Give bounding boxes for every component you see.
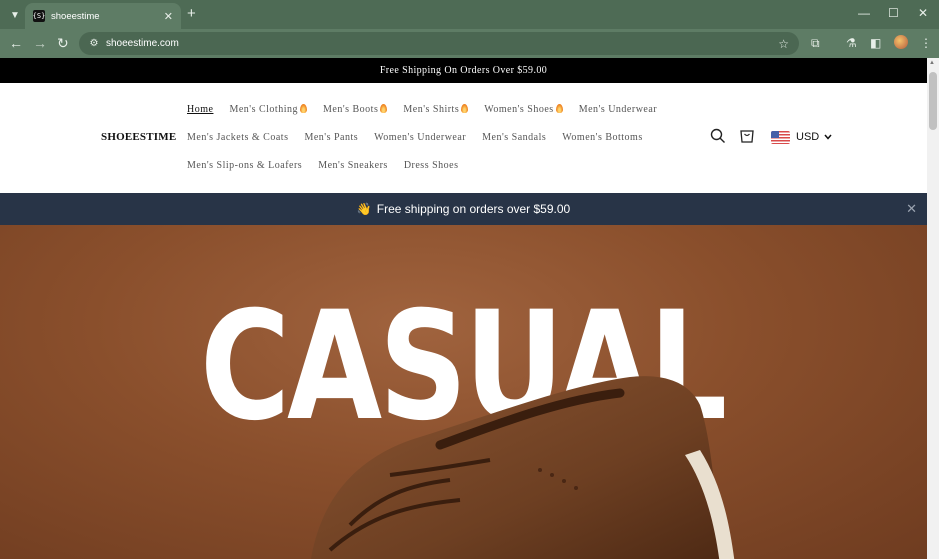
nav-row: Men's Jackets & Coats Men's Pants Women's … (187, 132, 643, 143)
chevron-down-icon: ▼ (10, 9, 20, 21)
nav-link[interactable]: Women's Shoes (484, 104, 563, 115)
site-logo[interactable]: SHOEESTIME (101, 131, 176, 143)
nav-link-label: Men's Jackets & Coats (187, 132, 289, 143)
nav-link-label: Men's Sneakers (318, 160, 388, 171)
nav-link[interactable]: Men's Shirts (403, 104, 469, 115)
reload-button[interactable]: ↻ (57, 35, 69, 51)
browser-tab[interactable]: {S} shoeestime ✕ (25, 3, 181, 29)
nav-link-label: Women's Underwear (374, 132, 467, 143)
sidepanel-icon[interactable]: ◧ (870, 36, 881, 50)
tab-search-button[interactable]: ▼ (6, 6, 24, 24)
currency-label: USD (796, 131, 820, 143)
close-icon: ✕ (918, 6, 929, 20)
window-close-button[interactable]: ✕ (918, 6, 928, 20)
fire-icon (380, 104, 388, 113)
site-info-icon[interactable]: ⚙ (87, 37, 101, 51)
shoe-image (311, 376, 735, 559)
nav-link-label: Men's Sandals (482, 132, 547, 143)
nav-link-label: Men's Pants (304, 132, 359, 143)
currency-selector[interactable]: USD (796, 131, 832, 143)
nav-link[interactable]: Men's Jackets & Coats (187, 132, 288, 143)
nav-link[interactable]: Dress Shoes (404, 160, 459, 171)
nav-link[interactable]: Men's Pants (304, 132, 358, 143)
nav-link[interactable]: Men's Underwear (579, 104, 657, 115)
url-text[interactable]: shoeestime.com (106, 38, 778, 49)
nav-link-label: Women's Bottoms (562, 132, 643, 143)
maximize-icon: ☐ (888, 6, 899, 20)
new-tab-button[interactable]: + (187, 6, 196, 22)
nav-link[interactable]: Men's Sneakers (318, 160, 388, 171)
hero-banner[interactable]: CASUAL (0, 225, 927, 559)
flask-icon[interactable]: ⚗ (846, 36, 857, 50)
kebab-menu-icon[interactable]: ⋮ (920, 36, 932, 50)
announcement-bar: Free Shipping On Orders Over $59.00 (0, 58, 927, 83)
minimize-button[interactable]: — (858, 6, 870, 20)
fire-icon (299, 104, 307, 113)
nav-link-label: Men's Boots (322, 104, 379, 115)
nav-row: Home Men's Clothing Men's Boots Men's Shirt… (187, 104, 657, 115)
forward-button[interactable]: → (33, 35, 47, 51)
back-button[interactable]: ← (9, 35, 23, 51)
chevron-down-icon (824, 134, 832, 140)
puzzle-icon[interactable]: ⧉ (811, 36, 820, 50)
nav-link-label: Men's Shirts (403, 104, 460, 115)
wave-emoji-icon: 👋 (356, 202, 372, 216)
nav-link[interactable]: Women's Underwear (374, 132, 466, 143)
nav-link-label: Men's Slip-ons & Loafers (187, 160, 303, 171)
page-scrollbar[interactable] (927, 58, 939, 559)
promo-text: Free shipping on orders over $59.00 (376, 202, 571, 216)
close-icon[interactable]: ✕ (906, 201, 917, 217)
browser-toolbar: ← → ↻ ⚙ shoeestime.com ☆ ⧉ ⚗ ◧ ⋮ (0, 29, 939, 58)
scrollbar-thumb[interactable] (929, 72, 937, 130)
nav-link[interactable]: Men's Sandals (482, 132, 546, 143)
nav-link[interactable]: Men's Clothing (229, 104, 307, 115)
tab-close-icon[interactable]: ✕ (164, 10, 173, 23)
back-arrow-icon: ← (9, 35, 23, 51)
nav-link[interactable]: Women's Bottoms (562, 132, 642, 143)
nav-row: Men's Slip-ons & Loafers Men's Sneakers Dr… (187, 160, 458, 171)
plus-icon: + (187, 5, 196, 22)
nav-link[interactable]: Men's Boots (322, 104, 388, 115)
nav-link-label: Men's Underwear (578, 104, 658, 115)
search-icon[interactable] (710, 128, 726, 144)
us-flag-icon[interactable] (771, 131, 790, 144)
nav-link[interactable]: Men's Slip-ons & Loafers (187, 160, 302, 171)
maximize-button[interactable]: ☐ (888, 6, 899, 20)
fire-icon (555, 104, 563, 113)
browser-tabstrip: ▼ {S} shoeestime ✕ + — ☐ ✕ (0, 0, 939, 29)
site-header: SHOEESTIME Home Men's Clothing Men's Boots… (0, 83, 927, 193)
nav-link-label: Men's Clothing (229, 104, 298, 115)
nav-link[interactable]: Home (187, 104, 213, 115)
cart-icon[interactable] (739, 127, 755, 144)
nav-link-label: Dress Shoes (403, 160, 459, 171)
address-bar[interactable]: ⚙ shoeestime.com ☆ (79, 32, 799, 55)
promo-bar: 👋 Free shipping on orders over $59.00 ✕ (0, 193, 927, 225)
nav-link-label: Women's Shoes (484, 104, 554, 115)
web-page: Free Shipping On Orders Over $59.00 SHOE… (0, 58, 927, 559)
tab-title: shoeestime (51, 10, 100, 22)
nav-link-label: Home (187, 104, 214, 115)
fire-icon (461, 104, 469, 113)
favicon-icon: {S} (32, 10, 46, 22)
star-icon[interactable]: ☆ (778, 37, 789, 51)
reload-icon: ↻ (57, 35, 69, 51)
minimize-icon: — (858, 6, 870, 20)
scroll-up-arrow-icon[interactable]: ▲ (929, 60, 935, 66)
profile-avatar[interactable] (894, 35, 908, 49)
forward-arrow-icon: → (33, 35, 47, 51)
